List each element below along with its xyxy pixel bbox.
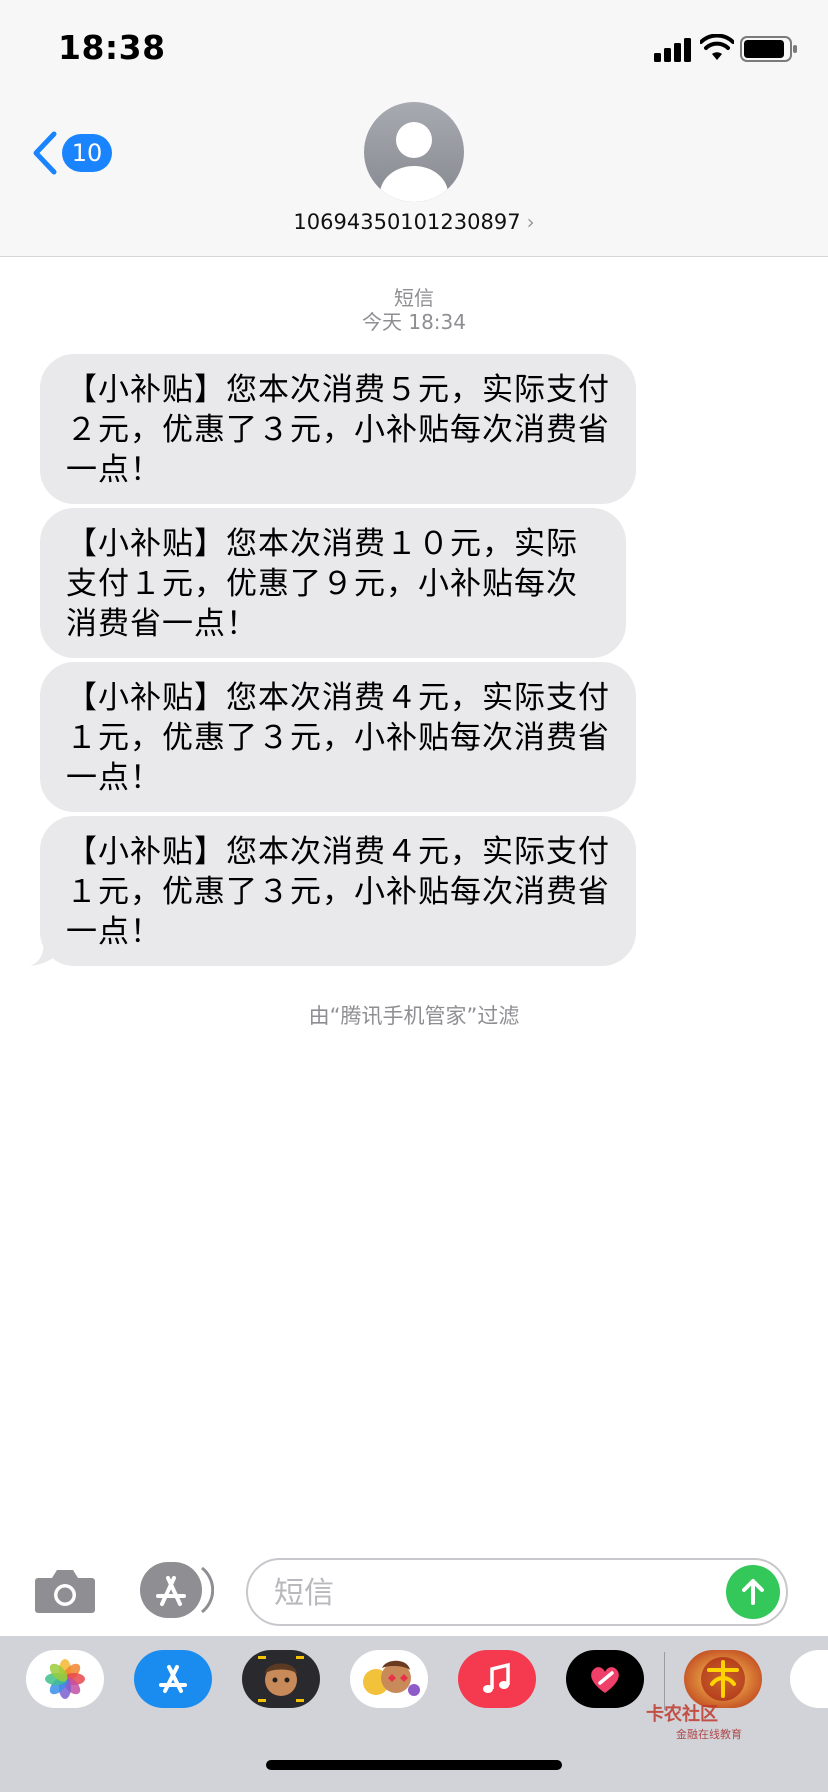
conversation-header: 10 10694350101230897 ›	[0, 100, 828, 257]
home-indicator[interactable]	[266, 1760, 562, 1770]
composer-bar	[0, 1546, 828, 1636]
back-button[interactable]: 10	[30, 130, 112, 176]
message-bubble[interactable]: 【小补贴】您本次消费４元，实际支付１元，优惠了３元，小补贴每次消费省一点！	[40, 662, 636, 812]
photos-icon[interactable]	[26, 1650, 104, 1708]
message-bubble[interactable]: 【小补贴】您本次消费５元，实际支付２元，优惠了３元，小补贴每次消费省一点！	[40, 354, 636, 504]
watermark: 卡农社区 金融在线教育	[646, 1704, 742, 1741]
arrow-up-icon	[742, 1579, 764, 1605]
message-input[interactable]	[272, 1568, 696, 1618]
wifi-icon	[700, 34, 734, 60]
app-store-icon[interactable]	[140, 1562, 214, 1618]
status-bar: 18:38	[0, 0, 828, 100]
message-bubble[interactable]: 【小补贴】您本次消费１０元，实际支付１元，优惠了９元，小补贴每次消费省一点！	[40, 508, 626, 658]
message-timestamp: 今天 18:34	[362, 310, 466, 334]
camera-icon[interactable]	[34, 1566, 96, 1614]
app-store-icon[interactable]	[134, 1650, 212, 1708]
cellular-signal-icon	[654, 38, 691, 62]
battery-icon	[740, 36, 797, 62]
animoji-icon[interactable]	[350, 1650, 428, 1708]
bubble-tail	[30, 940, 66, 966]
contact-name[interactable]: 10694350101230897 ›	[0, 210, 828, 234]
memoji-icon[interactable]	[242, 1650, 320, 1708]
music-icon[interactable]	[458, 1650, 536, 1708]
chevron-left-icon	[33, 131, 57, 175]
unread-count-badge: 10	[62, 134, 112, 172]
digital-touch-icon[interactable]	[566, 1650, 644, 1708]
filter-note: 由“腾讯手机管家”过滤	[308, 1004, 520, 1028]
contact-number: 10694350101230897	[293, 210, 521, 234]
partial-app-icon[interactable]	[790, 1650, 828, 1708]
status-time: 18:38	[58, 28, 166, 67]
send-button[interactable]	[726, 1565, 780, 1619]
chevron-right-icon: ›	[526, 210, 535, 234]
message-bubble[interactable]: 【小补贴】您本次消费４元，实际支付１元，优惠了３元，小补贴每次消费省一点！	[40, 816, 636, 966]
person-icon	[380, 122, 448, 202]
app-drawer: 卡农社区 金融在线教育	[0, 1636, 828, 1792]
contact-avatar[interactable]	[364, 102, 464, 202]
message-input-field[interactable]	[246, 1558, 788, 1626]
